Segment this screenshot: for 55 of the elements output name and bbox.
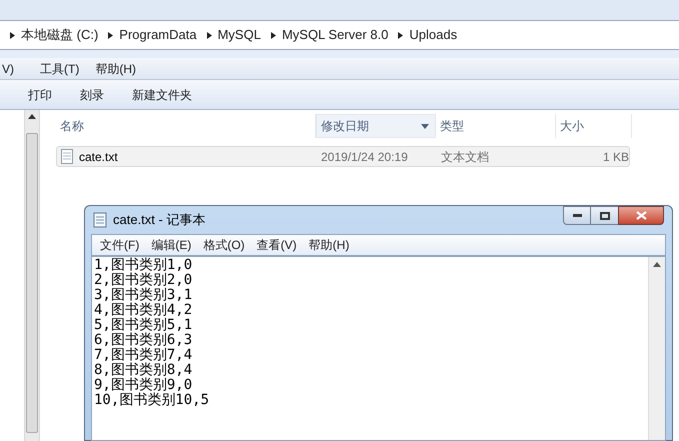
- column-header[interactable]: 大小: [556, 114, 632, 138]
- close-button[interactable]: [618, 206, 664, 225]
- menu-item[interactable]: 帮助(H): [308, 236, 350, 254]
- chevron-icon: [206, 32, 212, 38]
- text-line: 9,图书类别9,0: [94, 378, 194, 393]
- text-line: 6,图书类别6,3: [94, 333, 194, 348]
- text-line: 2,图书类别2,0: [94, 273, 194, 288]
- breadcrumb[interactable]: Uploads: [409, 25, 458, 45]
- close-icon: [636, 211, 646, 220]
- address-bar[interactable]: 本地磁盘 (C:) ProgramData MySQL MySQL Server 8.0 Uploads: [0, 20, 679, 50]
- menu-item[interactable]: 帮助(H): [95, 60, 136, 78]
- column-header[interactable]: 类型: [436, 114, 556, 138]
- text-line: 1,图书类别1,0: [94, 258, 194, 273]
- file-size: 1 KB: [602, 148, 629, 166]
- chevron-icon: [270, 32, 276, 38]
- chevron-icon: [398, 32, 404, 38]
- window-title: cate.txt - 记事本: [113, 211, 206, 230]
- breadcrumb[interactable]: MySQL Server 8.0: [282, 25, 388, 45]
- toolbar-button[interactable]: 刻录: [70, 82, 114, 106]
- minimize-icon: [572, 214, 582, 217]
- file-date: 2019/1/24 20:19: [320, 148, 409, 166]
- breadcrumb[interactable]: MySQL: [218, 25, 261, 45]
- file-type: 文本文档: [440, 148, 490, 166]
- menu-item[interactable]: 查看(V): [256, 236, 297, 254]
- scroll-up-icon[interactable]: [28, 114, 36, 119]
- chevron-icon: [108, 32, 114, 38]
- menu-item[interactable]: 文件(F): [100, 236, 140, 254]
- breadcrumb[interactable]: 本地磁盘 (C:): [21, 25, 98, 45]
- scroll-up-icon[interactable]: [653, 262, 661, 267]
- minimize-button[interactable]: [563, 206, 591, 225]
- maximize-icon: [600, 212, 610, 220]
- toolbar-button[interactable]: 打印: [18, 82, 62, 106]
- scroll-thumb[interactable]: [26, 133, 38, 433]
- breadcrumb[interactable]: ProgramData: [119, 25, 197, 45]
- text-line: 7,图书类别7,4: [94, 348, 194, 363]
- toolbar-button[interactable]: 新建文件夹: [122, 82, 202, 106]
- chevron-icon: [10, 32, 15, 38]
- dropdown-icon[interactable]: [421, 124, 429, 128]
- menu-item[interactable]: 格式(O): [203, 236, 245, 254]
- scrollbar[interactable]: [24, 110, 40, 441]
- maximize-button[interactable]: [591, 206, 618, 225]
- notepad-icon: [93, 212, 107, 228]
- file-name: cate.txt: [79, 148, 118, 166]
- file-row[interactable]: cate.txt 2019/1/24 20:19 文本文档 1 KB: [56, 146, 630, 167]
- text-line: 3,图书类别3,1: [94, 288, 194, 303]
- text-line: 5,图书类别5,1: [94, 318, 194, 333]
- text-line: 8,图书类别8,4: [94, 363, 194, 378]
- scrollbar[interactable]: [648, 257, 665, 440]
- menu-item[interactable]: 工具(T): [40, 60, 80, 78]
- menu-item[interactable]: V): [2, 60, 14, 78]
- text-line: 10,图书类别10,5: [94, 393, 210, 408]
- menu-item[interactable]: 编辑(E): [151, 236, 192, 254]
- text-line: 4,图书类别4,2: [94, 303, 194, 318]
- column-header[interactable]: 修改日期: [316, 114, 436, 138]
- text-file-icon: [61, 149, 73, 164]
